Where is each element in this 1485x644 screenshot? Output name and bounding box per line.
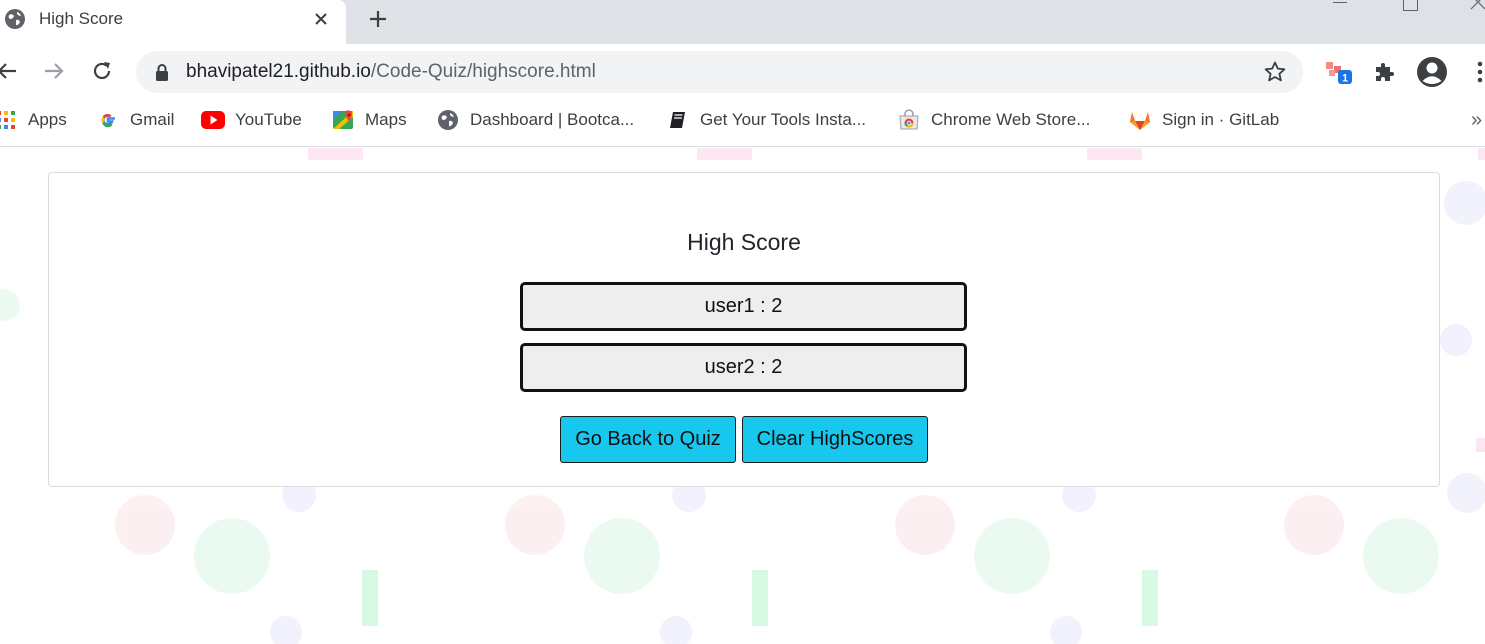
bookmark-dashboard[interactable]: Dashboard | Bootca...	[436, 107, 634, 133]
globe-icon	[5, 9, 25, 29]
bookmark-label: Get Your Tools Insta...	[700, 110, 867, 129]
page-title: High Score	[687, 229, 801, 255]
browser-menu-icon[interactable]	[1464, 56, 1485, 88]
bookmark-star-icon[interactable]	[1263, 60, 1287, 84]
bookmark-label: YouTube	[235, 110, 302, 129]
profile-avatar-icon[interactable]	[1416, 56, 1448, 88]
tab-title: High Score	[39, 9, 124, 28]
window-close-icon[interactable]	[1470, 0, 1485, 10]
browser-toolbar: bhavipatel21.github.io/Code-Quiz/highsco…	[0, 44, 1485, 100]
tab-close-icon[interactable]	[310, 8, 332, 30]
bookmark-get-your-tools[interactable]: Get Your Tools Insta...	[666, 107, 866, 133]
bookmarks-bar: Apps Gmail YouTube Maps Dashboard | Boot…	[0, 100, 1485, 147]
score-entry: user2 : 2	[520, 343, 967, 392]
url-host: bhavipatel21.github.io	[186, 61, 371, 82]
bookmark-chrome-web-store[interactable]: Chrome Web Store...	[897, 107, 1090, 133]
apps-grid-icon	[0, 108, 18, 132]
maximize-icon[interactable]	[1403, 0, 1418, 11]
new-tab-icon[interactable]	[364, 5, 392, 33]
bookmark-gitlab[interactable]: Sign in · GitLab	[1128, 107, 1279, 133]
extension-badge-count: 1	[1342, 73, 1348, 85]
highscore-card: High Score user1 : 2 user2 : 2 Go Back t…	[48, 172, 1440, 487]
lock-icon	[156, 64, 168, 81]
bookmark-label: Apps	[28, 110, 67, 129]
url-path: /Code-Quiz/highscore.html	[370, 61, 596, 82]
bookmarks-overflow-button[interactable]: »	[1471, 109, 1482, 132]
extension-badge-icon[interactable]: 1	[1323, 56, 1355, 88]
bookmark-label: Gmail	[130, 110, 175, 129]
globe-icon	[436, 108, 460, 132]
youtube-icon	[201, 108, 225, 132]
gitlab-icon	[1128, 108, 1152, 132]
bookmark-label: Chrome Web Store...	[931, 110, 1091, 129]
extensions-puzzle-icon[interactable]	[1368, 56, 1400, 88]
web-store-icon	[897, 108, 921, 132]
go-back-button[interactable]: Go Back to Quiz	[560, 416, 736, 463]
bookmark-gmail[interactable]: Gmail	[96, 107, 174, 133]
clear-highscores-button[interactable]: Clear HighScores	[742, 416, 928, 463]
reload-icon[interactable]	[87, 56, 117, 86]
url-text: bhavipatel21.github.io/Code-Quiz/highsco…	[186, 61, 596, 83]
tab-strip: High Score	[0, 0, 1485, 44]
back-arrow-icon[interactable]	[0, 56, 22, 86]
maps-pin-icon	[331, 108, 355, 132]
forward-arrow-icon[interactable]	[39, 56, 69, 86]
page-viewport: High Score user1 : 2 user2 : 2 Go Back t…	[0, 148, 1485, 644]
bookmark-apps[interactable]: Apps	[0, 107, 67, 133]
bookmark-label: Dashboard | Bootca...	[470, 110, 635, 129]
google-g-icon	[96, 108, 120, 132]
bookmark-label: Sign in · GitLab	[1162, 110, 1280, 129]
bookmark-maps[interactable]: Maps	[331, 107, 407, 133]
tab-high-score[interactable]: High Score	[0, 0, 346, 44]
score-entry: user1 : 2	[520, 282, 967, 331]
book-icon	[666, 108, 690, 132]
minimize-icon[interactable]	[1333, 2, 1347, 3]
bookmark-youtube[interactable]: YouTube	[201, 107, 302, 133]
address-bar[interactable]: bhavipatel21.github.io/Code-Quiz/highsco…	[136, 51, 1303, 93]
bookmark-label: Maps	[365, 110, 407, 129]
